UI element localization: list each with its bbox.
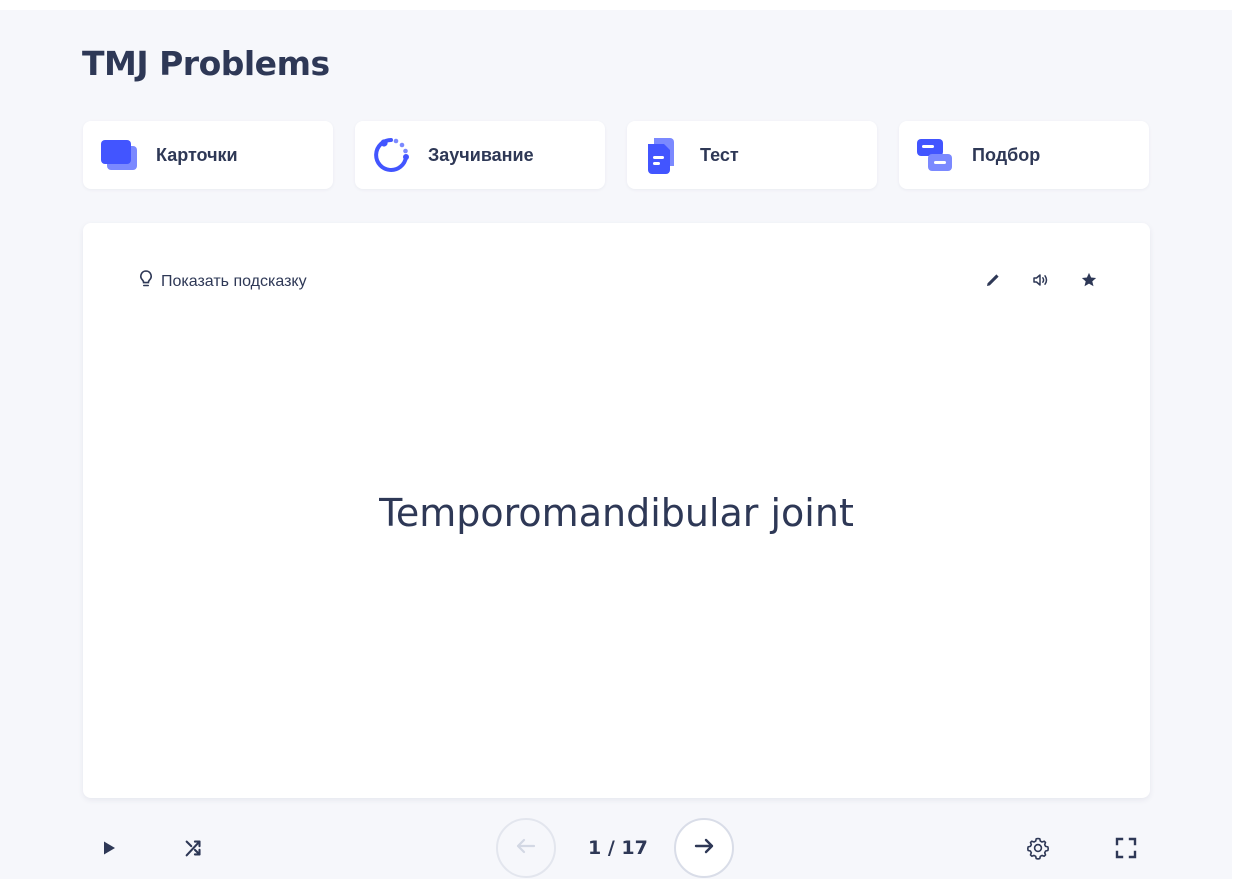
mode-flashcards-button[interactable]: Карточки [83,121,333,189]
show-hint-label: Показать подсказку [161,272,307,290]
card-tools [980,267,1102,293]
settings-gear-icon[interactable] [1024,834,1052,862]
card-term: Temporomandibular joint [379,491,854,535]
mode-match-label: Подбор [972,144,1041,165]
star-icon[interactable] [1076,267,1102,293]
page: TMJ Problems Карточки Заучивание Тест По… [0,10,1232,879]
mode-test-label: Тест [700,144,739,165]
play-icon[interactable] [96,835,122,861]
shuffle-icon[interactable] [180,834,208,862]
playback-controls: 1 / 17 [0,813,1232,879]
study-modes: Карточки Заучивание Тест Подбор [83,121,1149,189]
card-counter: 1 / 17 [588,837,648,859]
audio-icon[interactable] [1028,267,1054,293]
arrow-right-icon [692,834,716,863]
flashcards-icon [100,135,140,175]
test-icon [644,135,684,175]
mode-flashcards-label: Карточки [156,144,238,165]
page-title: TMJ Problems [82,44,330,83]
learn-icon [372,135,412,175]
arrow-left-icon [514,834,538,863]
edit-icon[interactable] [980,267,1006,293]
flashcard[interactable]: Показать подсказку Temporomandibular joi… [83,223,1150,798]
mode-test-button[interactable]: Тест [627,121,877,189]
mode-match-button[interactable]: Подбор [899,121,1149,189]
show-hint-button[interactable]: Показать подсказку [139,269,307,294]
lightbulb-icon [139,269,153,294]
match-icon [916,135,956,175]
mode-learn-label: Заучивание [428,144,534,165]
previous-card-button[interactable] [496,818,556,878]
fullscreen-icon[interactable] [1112,834,1140,862]
mode-learn-button[interactable]: Заучивание [355,121,605,189]
next-card-button[interactable] [674,818,734,878]
